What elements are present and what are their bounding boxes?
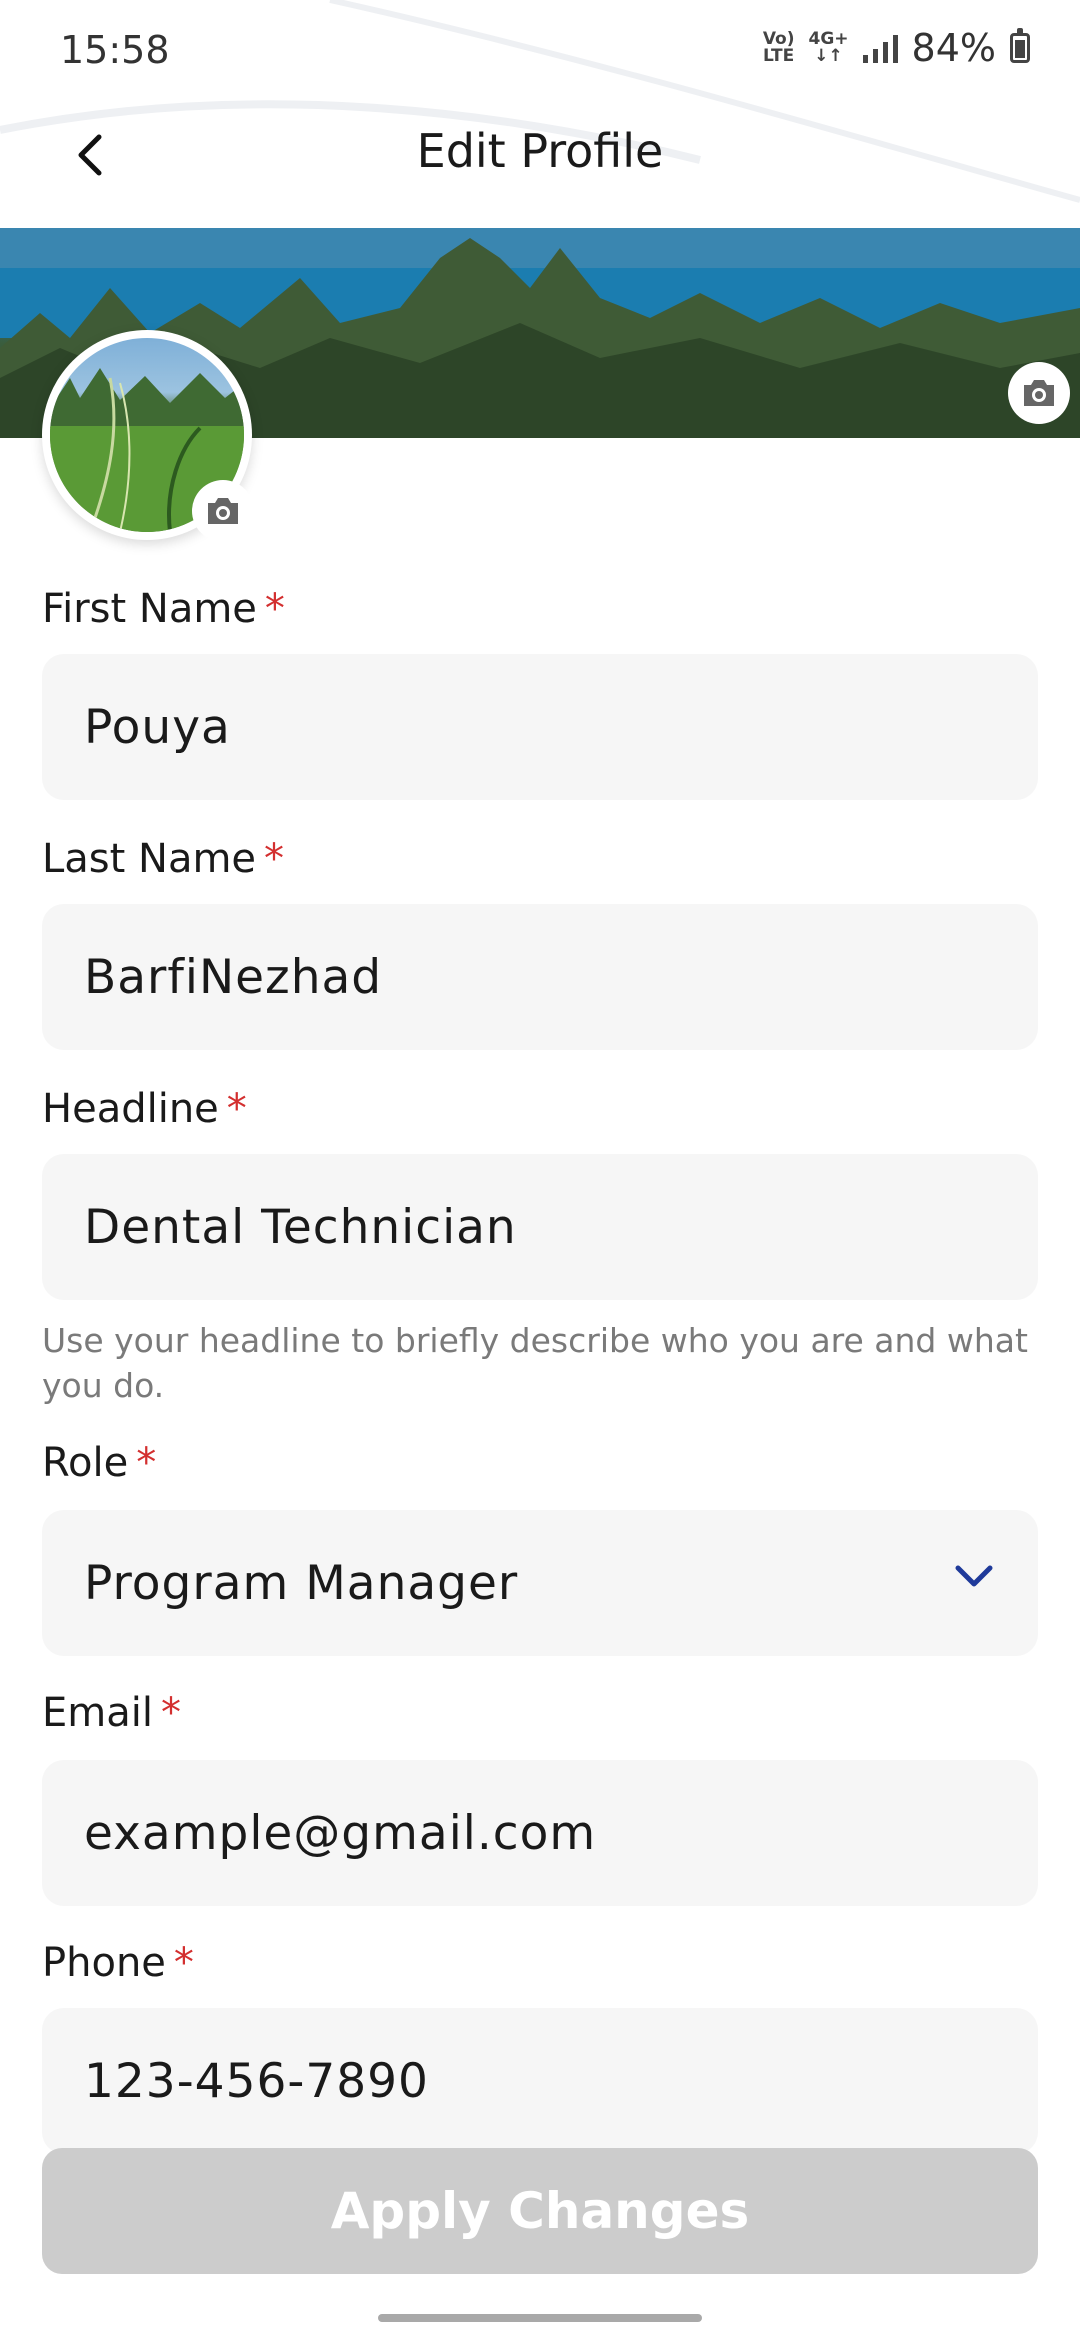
signal-strength-icon [862, 33, 898, 63]
required-marker: * [173, 1940, 194, 1986]
phone-input[interactable]: 123-456-7890 [42, 2008, 1038, 2154]
first-name-label: First Name * [42, 586, 285, 632]
required-marker: * [264, 586, 285, 632]
status-indicators: Vo) LTE 4G+ ↓↑ 84% [763, 26, 1030, 70]
first-name-value: Pouya [84, 699, 231, 755]
last-name-label: Last Name * [42, 836, 284, 882]
status-time: 15:58 [60, 28, 170, 72]
headline-label-text: Headline [42, 1086, 219, 1132]
role-select[interactable]: Program Manager [42, 1510, 1038, 1656]
page-title: Edit Profile [416, 124, 664, 178]
email-label: Email * [42, 1690, 181, 1736]
battery-percent: 84% [911, 26, 996, 70]
profile-avatar[interactable] [42, 330, 254, 542]
camera-icon [208, 498, 238, 524]
change-avatar-button[interactable] [192, 480, 254, 542]
phone-label: Phone * [42, 1940, 194, 1986]
role-label-text: Role [42, 1440, 129, 1486]
email-value: example@gmail.com [84, 1805, 597, 1861]
change-cover-button[interactable] [1008, 362, 1070, 424]
headline-label: Headline * [42, 1086, 247, 1132]
chevron-down-icon [955, 1565, 993, 1587]
phone-value: 123-456-7890 [84, 2053, 429, 2109]
volte-icon: Vo) LTE [763, 31, 795, 65]
data-arrows-icon: ↓↑ [814, 46, 843, 66]
battery-charging-icon [1010, 28, 1030, 63]
role-value: Program Manager [84, 1555, 519, 1611]
camera-icon [1024, 380, 1054, 406]
email-label-text: Email [42, 1690, 153, 1736]
role-label: Role * [42, 1440, 156, 1486]
headline-input[interactable]: Dental Technician [42, 1154, 1038, 1300]
status-bar: 15:58 Vo) LTE 4G+ ↓↑ 84% [0, 0, 1080, 100]
headline-value: Dental Technician [84, 1199, 517, 1255]
last-name-value: BarfiNezhad [84, 949, 383, 1005]
required-marker: * [264, 836, 285, 882]
home-indicator[interactable] [378, 2314, 702, 2322]
mobile-data-icon: 4G+ ↓↑ [809, 31, 849, 65]
app-header: Edit Profile [0, 100, 1080, 228]
required-marker: * [226, 1086, 247, 1132]
first-name-label-text: First Name [42, 586, 257, 632]
required-marker: * [160, 1690, 181, 1736]
apply-changes-label: Apply Changes [330, 2182, 750, 2240]
phone-label-text: Phone [42, 1940, 166, 1986]
first-name-input[interactable]: Pouya [42, 654, 1038, 800]
email-input[interactable]: example@gmail.com [42, 1760, 1038, 1906]
last-name-label-text: Last Name [42, 836, 257, 882]
apply-changes-button[interactable]: Apply Changes [42, 2148, 1038, 2274]
headline-helper-text: Use your headline to briefly describe wh… [42, 1321, 1028, 1405]
volte-bottom-label: LTE [763, 46, 795, 66]
required-marker: * [136, 1440, 157, 1486]
last-name-input[interactable]: BarfiNezhad [42, 904, 1038, 1050]
